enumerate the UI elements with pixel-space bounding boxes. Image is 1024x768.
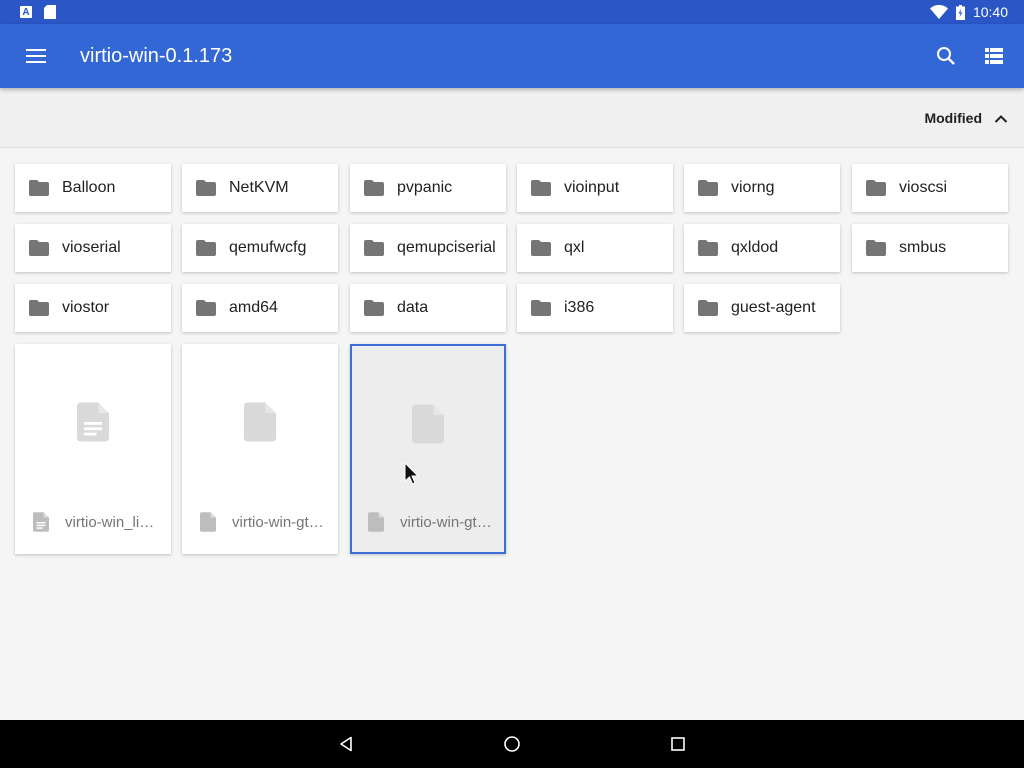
file-grid: Balloon NetKVM pvpanic vioinput viorng vioscs… — [0, 148, 1024, 720]
text-file-icon — [33, 512, 49, 532]
sd-card-icon — [44, 5, 56, 19]
folder-name: qemupciserial — [397, 239, 496, 256]
text-file-icon — [77, 402, 109, 442]
folder-icon — [29, 300, 49, 316]
folder-name: viorng — [731, 179, 775, 196]
folder-item[interactable]: guest-agent — [684, 284, 840, 332]
folder-icon — [364, 180, 384, 196]
recents-button[interactable] — [660, 726, 696, 762]
folder-item[interactable]: amd64 — [182, 284, 338, 332]
folder-item[interactable]: qemupciserial — [350, 224, 506, 272]
folder-name: pvpanic — [397, 179, 453, 196]
home-circle-icon — [504, 736, 520, 752]
file-item[interactable]: virtio-win-gt-x86.msi — [350, 344, 506, 554]
folder-name: qxl — [564, 239, 585, 256]
folder-name: Balloon — [62, 179, 116, 196]
folder-item[interactable]: i386 — [517, 284, 673, 332]
list-view-button[interactable] — [970, 32, 1018, 80]
folder-icon — [866, 240, 886, 256]
wifi-icon — [929, 5, 948, 19]
folder-icon — [531, 180, 551, 196]
chevron-up-icon — [994, 114, 1008, 123]
file-name: virtio-win-gt-x64.msi — [232, 513, 328, 531]
folder-name: smbus — [899, 239, 947, 256]
folder-item[interactable]: qxldod — [684, 224, 840, 272]
folder-name: vioserial — [62, 239, 121, 256]
folder-icon — [698, 180, 718, 196]
folder-icon — [531, 300, 551, 316]
back-button[interactable] — [328, 726, 364, 762]
folder-item[interactable]: smbus — [852, 224, 1008, 272]
navigation-bar — [0, 720, 1024, 768]
file-caption: virtio-win-gt-x86.msi — [368, 512, 496, 532]
generic-file-icon — [412, 404, 444, 444]
folder-name: guest-agent — [731, 299, 816, 316]
folder-icon — [531, 240, 551, 256]
folder-item[interactable]: pvpanic — [350, 164, 506, 212]
folder-icon — [196, 240, 216, 256]
clock: 10:40 — [972, 4, 1008, 20]
folder-name: NetKVM — [229, 179, 289, 196]
folder-item[interactable]: qemufwcfg — [182, 224, 338, 272]
folder-item[interactable]: Balloon — [15, 164, 171, 212]
recents-square-icon — [671, 737, 685, 751]
page-title: virtio-win-0.1.173 — [80, 44, 233, 67]
accessibility-notification-icon: A — [20, 6, 32, 18]
folder-icon — [866, 180, 886, 196]
generic-file-icon — [244, 402, 276, 442]
folder-icon — [698, 300, 718, 316]
back-triangle-icon — [340, 736, 352, 752]
folder-name: qemufwcfg — [229, 239, 307, 256]
mouse-cursor-icon — [404, 462, 420, 485]
search-button[interactable] — [922, 32, 970, 80]
folder-item[interactable]: NetKVM — [182, 164, 338, 212]
search-icon — [937, 47, 955, 65]
folder-icon — [29, 240, 49, 256]
list-view-icon — [985, 48, 1003, 64]
file-caption: virtio-win-gt-x64.msi — [200, 512, 328, 532]
folder-name: qxldod — [731, 239, 779, 256]
generic-file-icon — [368, 512, 384, 532]
folder-name: data — [397, 299, 429, 316]
file-caption: virtio-win_license.txt — [33, 512, 161, 532]
file-name: virtio-win_license.txt — [65, 513, 161, 531]
folder-item[interactable]: vioinput — [517, 164, 673, 212]
folder-icon — [29, 180, 49, 196]
file-name: virtio-win-gt-x86.msi — [400, 513, 496, 531]
folder-item[interactable]: viostor — [15, 284, 171, 332]
folder-icon — [698, 240, 718, 256]
sort-label: Modified — [924, 110, 982, 126]
folder-icon — [364, 300, 384, 316]
folder-item[interactable]: vioscsi — [852, 164, 1008, 212]
folder-name: amd64 — [229, 299, 278, 316]
folder-item[interactable]: vioserial — [15, 224, 171, 272]
status-bar: A 10:40 — [0, 0, 1024, 24]
folder-item[interactable]: viorng — [684, 164, 840, 212]
folder-name: vioscsi — [899, 179, 948, 196]
sort-bar: Modified — [0, 88, 1024, 148]
folder-item[interactable]: qxl — [517, 224, 673, 272]
folder-item[interactable]: data — [350, 284, 506, 332]
file-item[interactable]: virtio-win-gt-x64.msi — [182, 344, 338, 554]
folder-name: viostor — [62, 299, 110, 316]
folder-icon — [196, 300, 216, 316]
battery-icon — [955, 4, 965, 20]
folder-icon — [364, 240, 384, 256]
folder-name: vioinput — [564, 179, 620, 196]
folder-name: i386 — [564, 299, 595, 316]
folder-icon — [196, 180, 216, 196]
generic-file-icon — [200, 512, 216, 532]
sort-button[interactable]: Modified — [924, 100, 1008, 136]
hamburger-menu-icon — [26, 49, 46, 63]
menu-button[interactable] — [0, 24, 72, 88]
home-button[interactable] — [494, 726, 530, 762]
file-item[interactable]: virtio-win_license.txt — [15, 344, 171, 554]
app-bar: virtio-win-0.1.173 — [0, 24, 1024, 88]
